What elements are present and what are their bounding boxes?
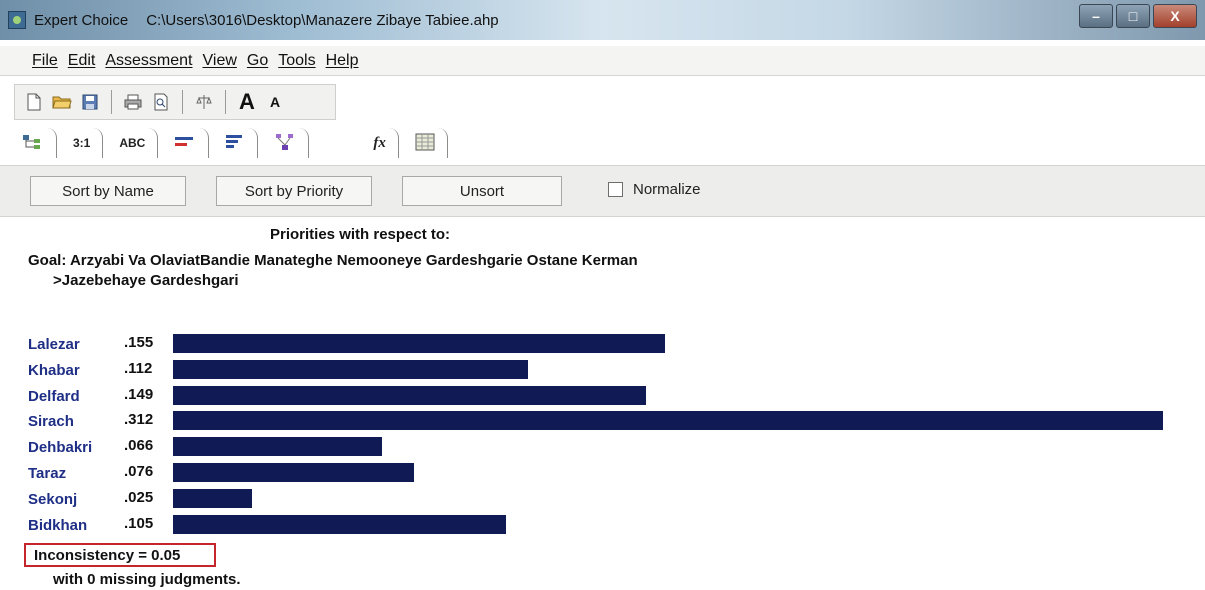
sort-by-name-button[interactable]: Sort by Name	[30, 176, 186, 206]
priority-value: .076	[124, 463, 154, 480]
priority-row: Sirach .312	[0, 409, 1205, 435]
grid-icon	[415, 133, 435, 154]
print-preview-icon[interactable]	[150, 91, 172, 113]
menu-assessment[interactable]: Assessment	[105, 52, 192, 70]
subgoal-text: >Jazebehaye Gardeshgari	[53, 272, 239, 289]
priority-row: Dehbakri .066	[0, 435, 1205, 461]
restore-button[interactable]: □	[1116, 4, 1150, 28]
new-document-icon[interactable]	[23, 91, 45, 113]
priority-value: .149	[124, 385, 154, 403]
tab-ratio-label: 3:1	[73, 136, 91, 150]
window-controls: – □ X	[1079, 4, 1197, 28]
priority-bar	[173, 514, 506, 534]
priority-bar	[173, 411, 1163, 431]
tab-tree-view[interactable]	[10, 128, 57, 158]
priority-bar	[173, 359, 528, 379]
app-title: Expert Choice	[34, 11, 129, 29]
priority-row: Taraz .076	[0, 461, 1205, 487]
normalize-checkbox[interactable]	[608, 182, 623, 197]
normalize-option[interactable]: Normalize	[608, 181, 701, 198]
print-icon[interactable]	[122, 91, 144, 113]
title-bar: Expert Choice C:\Users\3016\Desktop\Mana…	[0, 0, 1205, 40]
tab-grid[interactable]	[403, 128, 448, 158]
open-folder-icon[interactable]	[51, 91, 73, 113]
menu-bar: File Edit Assessment View Go Tools Help	[0, 46, 1205, 76]
priority-value: .105	[124, 514, 154, 532]
tab-abc[interactable]: ABC	[107, 128, 159, 158]
normalize-label: Normalize	[633, 181, 701, 198]
toolbar-separator	[111, 90, 112, 114]
balance-icon[interactable]	[193, 91, 215, 113]
priority-value: .155	[124, 334, 154, 351]
formula-icon: fx	[373, 134, 386, 151]
alternative-name: Taraz	[28, 465, 67, 482]
priority-row: Lalezar .155	[0, 332, 1205, 358]
bars-red-icon	[174, 135, 196, 152]
menu-help[interactable]: Help	[326, 52, 359, 70]
alternative-name: Bidkhan	[28, 516, 88, 534]
alternative-name: Delfard	[28, 387, 80, 405]
priority-row: Bidkhan .105	[0, 513, 1205, 539]
alternative-name: Sirach	[28, 413, 74, 431]
menu-edit[interactable]: Edit	[68, 52, 96, 70]
minimize-button[interactable]: –	[1079, 4, 1113, 28]
priority-bar	[173, 385, 646, 405]
menu-tools[interactable]: Tools	[278, 52, 315, 70]
font-smaller-icon[interactable]: A	[264, 91, 286, 113]
alternative-name: Dehbakri	[28, 439, 93, 457]
toolbar-separator	[182, 90, 183, 114]
hierarchy-icon	[274, 133, 296, 154]
sort-button-row: Sort by Name Sort by Priority Unsort Nor…	[0, 165, 1205, 217]
priority-value: .025	[124, 488, 154, 506]
menu-file[interactable]: File	[32, 52, 58, 70]
close-button[interactable]: X	[1153, 4, 1197, 28]
missing-judgments-text: with 0 missing judgments.	[53, 571, 241, 588]
priority-bar	[173, 334, 665, 353]
sort-by-priority-button[interactable]: Sort by Priority	[216, 176, 372, 206]
unsort-button[interactable]: Unsort	[402, 176, 562, 206]
menu-view[interactable]: View	[203, 52, 237, 70]
priority-bar	[173, 488, 252, 508]
alternative-name: Khabar	[28, 361, 80, 379]
tab-ratio[interactable]: 3:1	[61, 128, 104, 158]
menu-go[interactable]: Go	[247, 52, 268, 70]
bars-blue-icon	[225, 134, 245, 153]
view-tab-strip: 3:1 ABC fx	[0, 124, 1205, 158]
alternative-name: Lalezar	[28, 336, 80, 353]
tab-hierarchy[interactable]	[262, 128, 310, 158]
toolbar-separator	[225, 90, 226, 114]
alternative-name: Sekonj	[28, 490, 78, 508]
expert-choice-icon	[8, 11, 26, 29]
goal-text: Goal: Arzyabi Va OlaviatBandie Manateghe…	[28, 252, 638, 269]
priority-row: Khabar .112	[0, 358, 1205, 384]
priority-bar	[173, 463, 414, 482]
priority-value: .066	[124, 437, 154, 455]
tab-bars-red[interactable]	[162, 128, 210, 158]
priority-value: .312	[124, 411, 154, 429]
tab-abc-label: ABC	[119, 136, 146, 150]
save-icon[interactable]	[79, 91, 101, 113]
priority-value: .112	[124, 359, 153, 377]
priority-bar	[173, 437, 382, 457]
priority-row: Sekonj .025	[0, 487, 1205, 513]
toolbar: A A	[14, 84, 336, 120]
tree-view-icon	[22, 134, 44, 153]
font-larger-icon[interactable]: A	[236, 89, 258, 114]
priorities-heading: Priorities with respect to:	[270, 226, 451, 243]
inconsistency-box: Inconsistency = 0.05	[24, 543, 216, 567]
tab-formula[interactable]: fx	[361, 128, 399, 158]
priority-row: Delfard .149	[0, 384, 1205, 410]
file-path: C:\Users\3016\Desktop\Manazere Zibaye Ta…	[146, 11, 499, 29]
tab-bars-blue[interactable]	[213, 128, 259, 158]
